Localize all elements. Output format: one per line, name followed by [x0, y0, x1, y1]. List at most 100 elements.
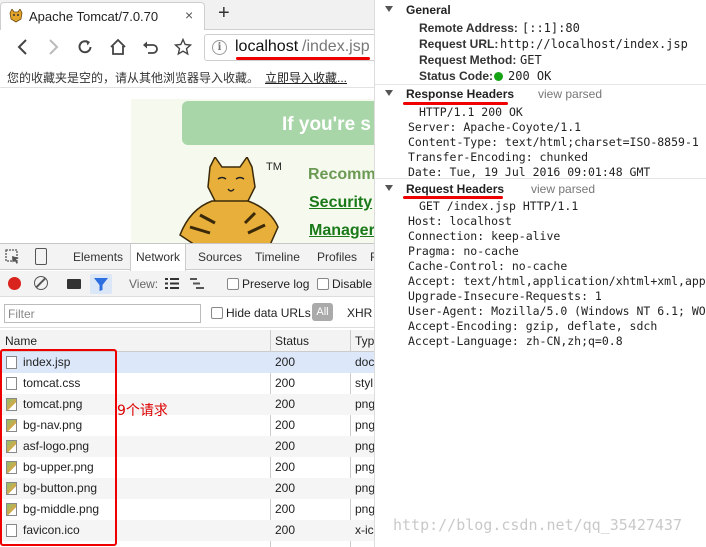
tab-timeline[interactable]: Timeline	[250, 244, 305, 270]
browser-tab[interactable]: Apache Tomcat/7.0.70 ×	[0, 2, 205, 30]
header-line: Upgrade-Insecure-Requests: 1	[408, 289, 602, 303]
request-name: index.jsp	[23, 355, 71, 369]
bookmark-empty-message: 您的收藏夹是空的，请从其他浏览器导入收藏。	[7, 71, 260, 85]
request-type: x-ic	[355, 523, 374, 537]
request-status: 200	[275, 439, 296, 453]
request-type: doc	[355, 355, 374, 369]
table-row[interactable]: asf-logo.png 200 png	[0, 436, 374, 457]
collapse-triangle-icon[interactable]	[385, 185, 393, 191]
tab-elements[interactable]: Elements	[68, 244, 128, 270]
request-type: png	[355, 502, 374, 516]
request-type: png	[355, 481, 374, 495]
reload-icon[interactable]	[70, 30, 100, 64]
hide-data-urls-checkbox[interactable]	[211, 307, 223, 319]
hide-data-urls-label: Hide data URLs	[226, 306, 311, 320]
browser-window: Apache Tomcat/7.0.70 × + i localhost /in…	[0, 0, 374, 547]
section-divider	[375, 84, 706, 85]
trademark-label: TM	[266, 161, 282, 173]
welcome-banner: If you're s	[182, 101, 374, 145]
tab-resources[interactable]: R	[365, 244, 374, 270]
table-row[interactable]: tomcat.css 200 styl	[0, 373, 374, 394]
inspect-element-icon[interactable]	[5, 249, 21, 265]
request-url-value: http://localhost/index.jsp	[500, 37, 688, 51]
request-status: 200	[275, 481, 296, 495]
request-view-parsed-link[interactable]: view parsed	[531, 182, 595, 196]
filter-funnel-icon[interactable]	[90, 274, 112, 294]
status-code-value: 200 OK	[508, 69, 552, 83]
header-line: Server: Apache-Coyote/1.1	[408, 120, 582, 134]
column-name[interactable]: Name	[5, 334, 37, 348]
page-viewport: If you're s TM Recomm Security Manager	[0, 89, 374, 243]
request-type: png	[355, 418, 374, 432]
table-row[interactable]: bg-nav.png 200 png	[0, 415, 374, 436]
banner-text: If you're s	[282, 114, 371, 135]
clear-icon[interactable]	[34, 276, 48, 290]
all-filter-button[interactable]: All	[312, 303, 333, 321]
collapse-triangle-icon[interactable]	[385, 6, 393, 12]
table-row[interactable]: bg-upper.png 200 png	[0, 457, 374, 478]
new-tab-icon[interactable]: +	[218, 2, 230, 25]
column-status[interactable]: Status	[275, 334, 309, 348]
url-red-underline	[236, 57, 370, 60]
header-line: User-Agent: Mozilla/5.0 (Windows NT 6.1;…	[408, 304, 706, 318]
header-line: Pragma: no-cache	[408, 244, 519, 258]
response-headers-heading[interactable]: Response Headers	[406, 87, 514, 101]
url-host: localhost	[235, 38, 299, 55]
column-type[interactable]: Typ	[355, 334, 374, 348]
page-info-icon[interactable]: i	[212, 40, 227, 55]
view-label: View:	[129, 277, 159, 291]
header-line: Accept: text/html,application/xhtml+xml,…	[408, 274, 706, 288]
forward-arrow-icon[interactable]	[38, 30, 68, 64]
import-bookmarks-link[interactable]: 立即导入收藏...	[265, 69, 347, 86]
disable-cache-checkbox[interactable]	[317, 278, 329, 290]
general-heading[interactable]: General	[406, 3, 451, 17]
record-icon[interactable]	[8, 277, 21, 290]
tab-profiles[interactable]: Profiles	[312, 244, 362, 270]
back-arrow-icon[interactable]	[8, 30, 38, 64]
table-row[interactable]: bg-middle.png 200 png	[0, 499, 374, 520]
header-line: Transfer-Encoding: chunked	[408, 150, 589, 164]
table-row[interactable]: bg-button.png 200 png	[0, 478, 374, 499]
preserve-log-checkbox[interactable]	[227, 278, 239, 290]
tab-sources[interactable]: Sources	[193, 244, 247, 270]
header-line: Date: Tue, 19 Jul 2016 09:01:48 GMT	[408, 165, 651, 179]
device-mode-icon[interactable]	[35, 248, 47, 265]
overview-icon[interactable]	[190, 278, 204, 289]
request-url-key: Request URL:	[419, 37, 499, 51]
header-line: GET /index.jsp HTTP/1.1	[419, 199, 579, 213]
response-view-parsed-link[interactable]: view parsed	[538, 87, 602, 101]
screenshot-camera-icon[interactable]	[67, 279, 81, 289]
table-row[interactable]: favicon.ico 200 x-ic	[0, 520, 374, 541]
request-name: asf-logo.png	[23, 439, 90, 453]
status-ok-dot-icon	[494, 72, 503, 81]
image-file-icon	[6, 440, 17, 453]
bookmark-star-icon[interactable]	[168, 30, 198, 64]
header-line: Host: localhost	[408, 214, 512, 228]
url-path: /index.jsp	[302, 38, 370, 55]
request-name: bg-nav.png	[23, 418, 83, 432]
large-rows-icon[interactable]	[165, 278, 179, 289]
devtools-panel: Elements Network Sources Timeline Profil…	[0, 243, 374, 547]
xhr-filter-button[interactable]: XHR	[347, 306, 372, 320]
request-name: bg-middle.png	[23, 502, 100, 516]
bookmark-bar: 您的收藏夹是空的，请从其他浏览器导入收藏。 立即导入收藏...	[0, 64, 374, 88]
home-icon[interactable]	[103, 30, 133, 64]
preserve-log-label: Preserve log	[242, 277, 310, 291]
collapse-triangle-icon[interactable]	[385, 90, 393, 96]
tab-network[interactable]: Network	[130, 244, 187, 271]
undo-icon[interactable]	[135, 30, 165, 64]
remote-address-key: Remote Address:	[419, 21, 518, 35]
security-link[interactable]: Security	[309, 194, 372, 212]
request-status: 200	[275, 418, 296, 432]
manager-link[interactable]: Manager	[309, 222, 374, 240]
request-name: tomcat.css	[23, 376, 81, 390]
request-headers-heading[interactable]: Request Headers	[406, 182, 504, 196]
close-tab-icon[interactable]: ×	[185, 7, 193, 23]
table-row[interactable]: tomcat.png 200 png	[0, 394, 374, 415]
tab-title: Apache Tomcat/7.0.70	[29, 9, 159, 24]
table-row[interactable]: index.jsp 200 doc	[0, 352, 374, 373]
filter-input[interactable]	[4, 304, 201, 323]
header-line: Accept-Encoding: gzip, deflate, sdch	[408, 319, 658, 333]
request-method-value: GET	[520, 53, 542, 67]
filter-row: Hide data URLs All XHR	[0, 298, 374, 328]
